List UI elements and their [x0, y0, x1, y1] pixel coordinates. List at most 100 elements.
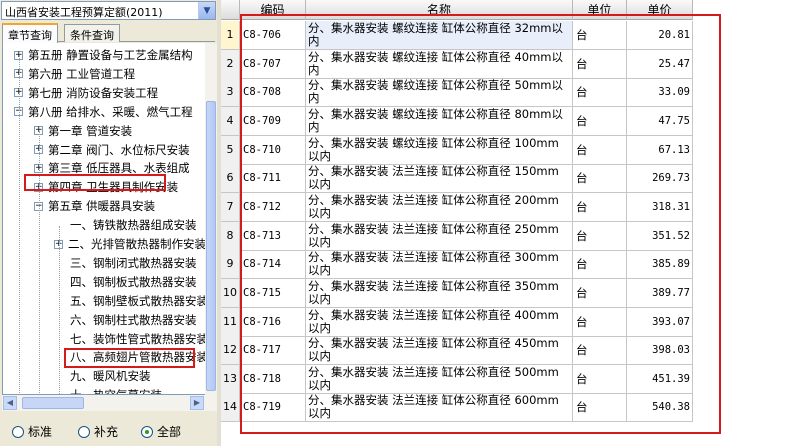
- radio-circle-icon[interactable]: [12, 425, 24, 438]
- tree-node-label: 第五章 供暖器具安装: [48, 199, 156, 214]
- radio-supplement[interactable]: 补充: [78, 423, 118, 440]
- left-panel: 山西省安装工程预算定额(2011) ▼ 章节查询 条件查询 + 第五册 静置设备与…: [0, 0, 217, 446]
- tree-node[interactable]: 九、暖风机安装: [54, 368, 152, 386]
- header-code[interactable]: 编码: [240, 0, 306, 20]
- tree-node[interactable]: 五、钢制壁板式散热器安装: [54, 293, 206, 311]
- unit-cell: 台: [573, 250, 627, 279]
- row-index: 4: [221, 106, 240, 135]
- tree-node-label: 第四章 卫生器具制作安装: [48, 180, 179, 195]
- unit-cell: 台: [573, 307, 627, 336]
- tree-node-label: 一、铸铁散热器组成安装: [70, 218, 197, 233]
- tree-node-label: 七、装饰性管式散热器安装: [70, 331, 207, 346]
- row-index: 10: [221, 278, 240, 307]
- price-cell: 398.03: [627, 336, 693, 365]
- row-index: 2: [221, 49, 240, 78]
- price-cell: 451.39: [627, 364, 693, 393]
- row-index: 5: [221, 135, 240, 164]
- tree-node[interactable]: + 第二章 阀门、水位标尺安装: [34, 142, 191, 160]
- price-cell: 47.75: [627, 106, 693, 135]
- tree-node[interactable]: 七、装饰性管式散热器安装: [54, 331, 207, 349]
- tree-node[interactable]: 六、钢制柱式散热器安装: [54, 312, 198, 330]
- tree-node[interactable]: 八、高频翅片管散热器安装: [54, 349, 206, 367]
- tree-node[interactable]: + 第一章 管道安装: [34, 123, 133, 141]
- price-cell: 385.89: [627, 250, 693, 279]
- table-row[interactable]: 2 C8-707 分、集水器安装 螺纹连接 缸体公称直径 40mm以内台 25.47: [221, 49, 693, 79]
- header-unit[interactable]: 单位: [573, 0, 627, 20]
- row-index: 7: [221, 192, 240, 221]
- tree-node[interactable]: + 第六册 工业管道工程: [14, 66, 136, 84]
- tree-node-label: 第六册 工业管道工程: [28, 66, 136, 81]
- scroll-thumb[interactable]: [206, 101, 216, 391]
- name-cell: 分、集水器安装 法兰连接 缸体公称直径 150mm以内: [306, 164, 573, 193]
- table-row[interactable]: 10 C8-715 分、集水器安装 法兰连接 缸体公称直径 350mm以内台 389.…: [221, 278, 693, 308]
- table-row[interactable]: 3 C8-708 分、集水器安装 螺纹连接 缸体公称直径 50mm以内台 33.09: [221, 78, 693, 108]
- price-cell: 33.09: [627, 78, 693, 107]
- row-index: 9: [221, 250, 240, 279]
- name-cell: 分、集水器安装 法兰连接 缸体公称直径 250mm以内: [306, 221, 573, 250]
- tree-node-label: 六、钢制柱式散热器安装: [70, 312, 197, 327]
- name-cell: 分、集水器安装 法兰连接 缸体公称直径 450mm以内: [306, 336, 573, 365]
- price-cell: 351.52: [627, 221, 693, 250]
- tree-node[interactable]: 三、钢制闭式散热器安装: [54, 255, 198, 273]
- table-row[interactable]: 12 C8-717 分、集水器安装 法兰连接 缸体公称直径 450mm以内台 398.…: [221, 336, 693, 366]
- price-cell: 318.31: [627, 192, 693, 221]
- radio-all[interactable]: 全部: [141, 423, 181, 440]
- tree-node[interactable]: 十、热空气幕安装: [54, 387, 163, 394]
- radio-standard[interactable]: 标准: [12, 423, 52, 440]
- code-cell: C8-718: [240, 364, 306, 393]
- unit-cell: 台: [573, 164, 627, 193]
- code-cell: C8-715: [240, 278, 306, 307]
- tree-node-label: 十、热空气幕安装: [69, 388, 163, 394]
- name-cell: 分、集水器安装 螺纹连接 缸体公称直径 80mm以内: [306, 106, 573, 135]
- scroll-left-icon[interactable]: ◀: [3, 396, 17, 410]
- tree-node[interactable]: + 第四章 卫生器具制作安装: [34, 179, 179, 197]
- table-row[interactable]: 4 C8-709 分、集水器安装 螺纹连接 缸体公称直径 80mm以内台 47.75: [221, 106, 693, 136]
- header-price[interactable]: 单价: [627, 0, 693, 20]
- quota-book-select[interactable]: 山西省安装工程预算定额(2011) ▼: [1, 1, 216, 20]
- table-row[interactable]: 8 C8-713 分、集水器安装 法兰连接 缸体公称直径 250mm以内台 351.5…: [221, 221, 693, 251]
- table-row[interactable]: 11 C8-716 分、集水器安装 法兰连接 缸体公称直径 400mm以内台 393.…: [221, 307, 693, 337]
- table-row[interactable]: 5 C8-710 分、集水器安装 螺纹连接 缸体公称直径 100mm以内台 67.13: [221, 135, 693, 165]
- code-cell: C8-708: [240, 78, 306, 107]
- name-cell: 分、集水器安装 螺纹连接 缸体公称直径 40mm以内: [306, 49, 573, 78]
- tree-guide-line: [19, 55, 20, 394]
- tree-node-label: 第二章 阀门、水位标尺安装: [48, 142, 190, 157]
- tree-node[interactable]: − 第五章 供暖器具安装: [34, 198, 156, 216]
- tree-node-label: 四、钢制板式散热器安装: [70, 274, 197, 289]
- tree-node[interactable]: + 二、光排管散热器制作安装: [54, 236, 206, 254]
- tree-node-label: 第五册 静置设备与工艺金属结构: [28, 48, 193, 62]
- code-cell: C8-710: [240, 135, 306, 164]
- filter-radio-group: 标准 补充 全部: [0, 420, 217, 444]
- tree-node-label: 第七册 消防设备安装工程: [28, 85, 159, 100]
- table-row[interactable]: 7 C8-712 分、集水器安装 法兰连接 缸体公称直径 200mm以内台 318.3…: [221, 192, 693, 222]
- scroll-right-icon[interactable]: ▶: [190, 396, 204, 410]
- table-row[interactable]: 1 C8-706 分、集水器安装 螺纹连接 缸体公称直径 32mm以内台 20.81: [221, 21, 693, 50]
- tree-node[interactable]: − 第八册 给排水、采暖、燃气工程: [14, 104, 194, 122]
- price-cell: 389.77: [627, 278, 693, 307]
- tree-vertical-scrollbar[interactable]: [205, 43, 217, 395]
- tab-condition-query[interactable]: 条件查询: [64, 24, 120, 42]
- tab-chapter-query[interactable]: 章节查询: [2, 23, 58, 43]
- row-index: 13: [221, 364, 240, 393]
- table-row[interactable]: 14 C8-719 分、集水器安装 法兰连接 缸体公称直径 600mm以内台 540.…: [221, 393, 693, 423]
- scroll-thumb[interactable]: [22, 397, 84, 409]
- tree-node[interactable]: 一、铸铁散热器组成安装: [54, 217, 198, 235]
- chevron-down-icon[interactable]: ▼: [198, 2, 215, 19]
- row-index: 11: [221, 307, 240, 336]
- radio-circle-icon[interactable]: [141, 425, 153, 438]
- quota-book-value: 山西省安装工程预算定额(2011): [5, 6, 163, 19]
- table-row[interactable]: 9 C8-714 分、集水器安装 法兰连接 缸体公称直径 300mm以内台 385.8…: [221, 250, 693, 280]
- tree-node-label: 第八册 给排水、采暖、燃气工程: [28, 104, 193, 119]
- tree-node[interactable]: + 第三章 低压器具、水表组成: [34, 160, 191, 178]
- tree-node[interactable]: 四、钢制板式散热器安装: [54, 274, 198, 292]
- tree-horizontal-scrollbar[interactable]: ◀ ▶: [2, 395, 217, 411]
- header-name[interactable]: 名称: [306, 0, 573, 20]
- code-cell: C8-714: [240, 250, 306, 279]
- table-row[interactable]: 13 C8-718 分、集水器安装 法兰连接 缸体公称直径 500mm以内台 451.…: [221, 364, 693, 394]
- code-cell: C8-716: [240, 307, 306, 336]
- row-index: 12: [221, 336, 240, 365]
- radio-circle-icon[interactable]: [78, 425, 90, 438]
- tree-node[interactable]: + 第七册 消防设备安装工程: [14, 85, 159, 103]
- tree-node[interactable]: + 第五册 静置设备与工艺金属结构: [14, 47, 194, 65]
- table-row[interactable]: 6 C8-711 分、集水器安装 法兰连接 缸体公称直径 150mm以内台 269.7…: [221, 164, 693, 194]
